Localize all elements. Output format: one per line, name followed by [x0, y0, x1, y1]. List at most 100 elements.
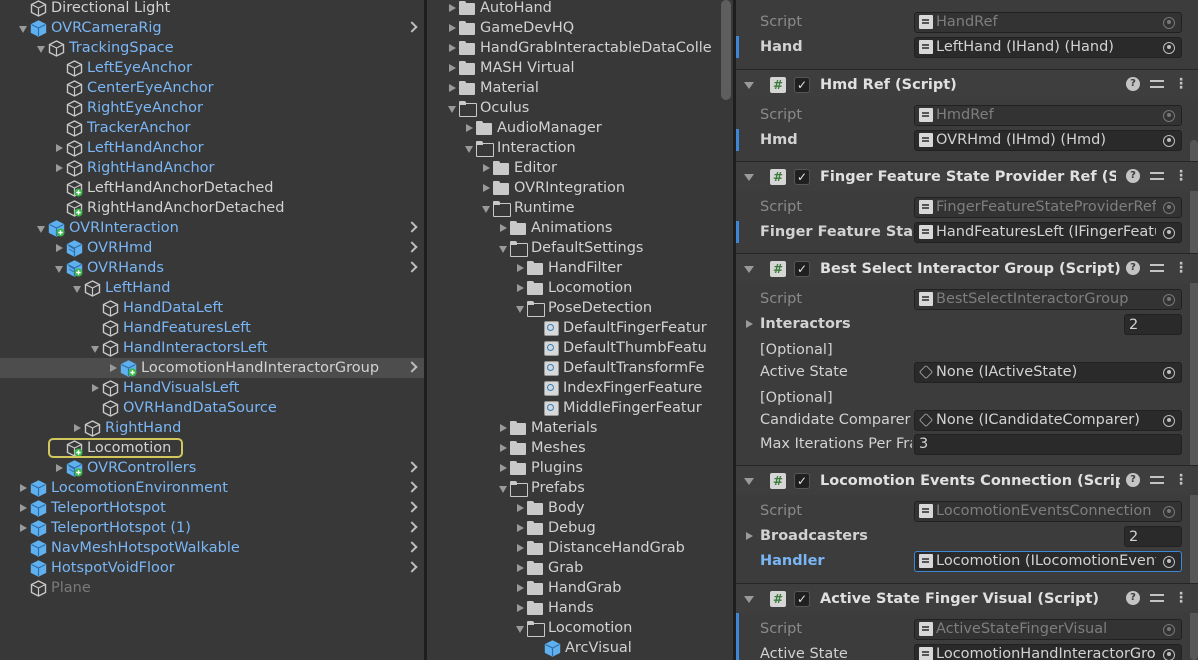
chevron-right-icon[interactable] [406, 21, 418, 33]
chevron-right-icon[interactable] [406, 541, 418, 553]
expand-arrow-icon[interactable] [72, 418, 84, 438]
project-item-row[interactable]: MASH Virtual [427, 58, 575, 78]
script-field[interactable]: ActiveStateFingerVisual [914, 618, 1182, 640]
expand-arrow-icon[interactable] [515, 558, 527, 578]
project-item-row[interactable]: DefaultFingerFeatur [427, 318, 707, 338]
collapse-arrow-icon[interactable] [72, 278, 84, 298]
expand-arrow-icon[interactable] [481, 158, 493, 178]
object-picker-icon[interactable] [1163, 226, 1175, 239]
help-icon[interactable]: ? [1126, 261, 1140, 275]
project-item-row[interactable]: Hands [427, 598, 594, 618]
enabled-checkbox[interactable]: ✓ [794, 590, 810, 607]
project-item-row[interactable]: Oculus [427, 98, 529, 118]
finger-feature-field[interactable]: HandFeaturesLeft (IFingerFeatureStatePro… [914, 221, 1182, 243]
object-picker-icon[interactable] [1163, 134, 1175, 147]
expand-arrow-icon[interactable] [447, 58, 459, 78]
project-item-row[interactable]: IndexFingerFeature [427, 378, 702, 398]
hierarchy-item-row[interactable]: TrackerAnchor [0, 118, 424, 138]
expand-arrow-icon[interactable] [498, 218, 510, 238]
project-item-row[interactable]: GameDevHQ [427, 18, 574, 38]
project-item-row[interactable]: Meshes [427, 438, 586, 458]
object-picker-icon[interactable] [1163, 623, 1175, 636]
hierarchy-item-row[interactable]: OVRHmd [0, 238, 424, 258]
project-item-row[interactable]: Runtime [427, 198, 575, 218]
project-item-row[interactable]: Debug [427, 518, 596, 538]
expand-arrow-icon[interactable] [515, 538, 527, 558]
project-item-row[interactable]: Locomotion [427, 618, 632, 638]
hierarchy-item-row[interactable]: RightHandAnchor [0, 158, 424, 178]
expand-arrow-icon[interactable] [447, 38, 459, 58]
hierarchy-item-row[interactable]: OVRHandDataSource [0, 398, 424, 418]
presets-icon[interactable] [1150, 261, 1164, 275]
hierarchy-item-row[interactable]: HandInteractorsLeft [0, 338, 424, 358]
interactors-row[interactable]: Interactors 2 [736, 312, 1198, 336]
expand-arrow-icon[interactable] [447, 78, 459, 98]
chevron-right-icon[interactable] [406, 261, 418, 273]
project-item-row[interactable]: AudioManager [427, 118, 602, 138]
enabled-checkbox[interactable]: ✓ [794, 472, 810, 489]
expand-arrow-icon[interactable] [744, 526, 756, 546]
object-picker-icon[interactable] [1163, 648, 1175, 660]
chevron-right-icon[interactable] [406, 501, 418, 513]
object-picker-icon[interactable] [1163, 293, 1175, 306]
expand-arrow-icon[interactable] [447, 0, 459, 18]
broadcasters-row[interactable]: Broadcasters 2 [736, 524, 1198, 548]
script-field[interactable]: BestSelectInteractorGroup [914, 288, 1182, 310]
enabled-checkbox[interactable]: ✓ [794, 260, 810, 277]
project-item-row[interactable]: DefaultSettings [427, 238, 643, 258]
menu-icon[interactable]: ⋮ [1174, 169, 1188, 183]
project-item-row[interactable]: Interaction [427, 138, 576, 158]
hierarchy-item-row[interactable]: HotspotVoidFloor [0, 558, 424, 578]
active-state-field[interactable]: LocomotionHandInteractorGroup [914, 643, 1182, 660]
object-picker-icon[interactable] [1163, 505, 1175, 518]
hierarchy-item-row[interactable]: OVRControllers [0, 458, 424, 478]
object-picker-icon[interactable] [1163, 414, 1175, 427]
presets-icon[interactable] [1150, 169, 1164, 183]
script-field[interactable]: HmdRef [914, 104, 1182, 126]
project-item-row[interactable]: Animations [427, 218, 612, 238]
expand-arrow-icon[interactable] [54, 458, 66, 478]
collapse-arrow-icon[interactable] [464, 138, 476, 158]
expand-arrow-icon[interactable] [18, 518, 30, 538]
hierarchy-item-row[interactable]: HandVisualsLeft [0, 378, 424, 398]
hierarchy-item-row[interactable]: NavMeshHotspotWalkable [0, 538, 424, 558]
component-header-locomotion-events[interactable]: # ✓ Locomotion Events Connection (Script… [736, 465, 1198, 495]
menu-icon[interactable]: ⋮ [1174, 473, 1188, 487]
chevron-right-icon[interactable] [406, 561, 418, 573]
hierarchy-item-row[interactable]: LeftHandAnchorDetached [0, 178, 424, 198]
hierarchy-item-row[interactable]: Directional Light [0, 0, 424, 18]
hierarchy-item-row[interactable]: TrackingSpace [0, 38, 424, 58]
enabled-checkbox[interactable]: ✓ [794, 76, 810, 93]
expand-arrow-icon[interactable] [447, 18, 459, 38]
presets-icon[interactable] [1150, 591, 1164, 605]
collapse-arrow-icon[interactable] [515, 298, 527, 318]
project-item-row[interactable]: Body [427, 498, 585, 518]
hierarchy-item-row[interactable]: LeftEyeAnchor [0, 58, 424, 78]
menu-icon[interactable]: ⋮ [1174, 261, 1188, 275]
chevron-right-icon[interactable] [406, 481, 418, 493]
project-item-row[interactable]: Grab [427, 558, 583, 578]
hierarchy-item-row[interactable]: Plane [0, 578, 424, 598]
menu-icon[interactable]: ⋮ [1174, 591, 1188, 605]
hierarchy-item-row[interactable]: HandFeaturesLeft [0, 318, 424, 338]
collapse-arrow-icon[interactable] [498, 478, 510, 498]
collapse-arrow-icon[interactable] [36, 38, 48, 58]
project-item-row[interactable]: PoseDetection [427, 298, 652, 318]
fold-icon[interactable] [744, 593, 756, 605]
hmd-field[interactable]: OVRHmd (IHmd) (Hmd) [914, 129, 1182, 151]
project-scrollbar[interactable] [721, 0, 731, 100]
expand-arrow-icon[interactable] [515, 258, 527, 278]
hierarchy-item-row[interactable]: LeftHand [0, 278, 424, 298]
hierarchy-item-row[interactable]: TeleportHotspot [0, 498, 424, 518]
expand-arrow-icon[interactable] [90, 378, 102, 398]
hierarchy-item-row[interactable]: HandDataLeft [0, 298, 424, 318]
object-picker-icon[interactable] [1163, 201, 1175, 214]
expand-arrow-icon[interactable] [515, 498, 527, 518]
project-item-row[interactable]: Locomotion [427, 278, 632, 298]
hand-field[interactable]: LeftHand (IHand) (Hand) [914, 36, 1182, 58]
expand-arrow-icon[interactable] [744, 314, 756, 334]
expand-arrow-icon[interactable] [108, 358, 120, 378]
hierarchy-item-row[interactable]: LocomotionHandInteractorGroup [0, 358, 424, 378]
help-icon[interactable]: ? [1126, 473, 1140, 487]
object-picker-icon[interactable] [1163, 366, 1175, 379]
